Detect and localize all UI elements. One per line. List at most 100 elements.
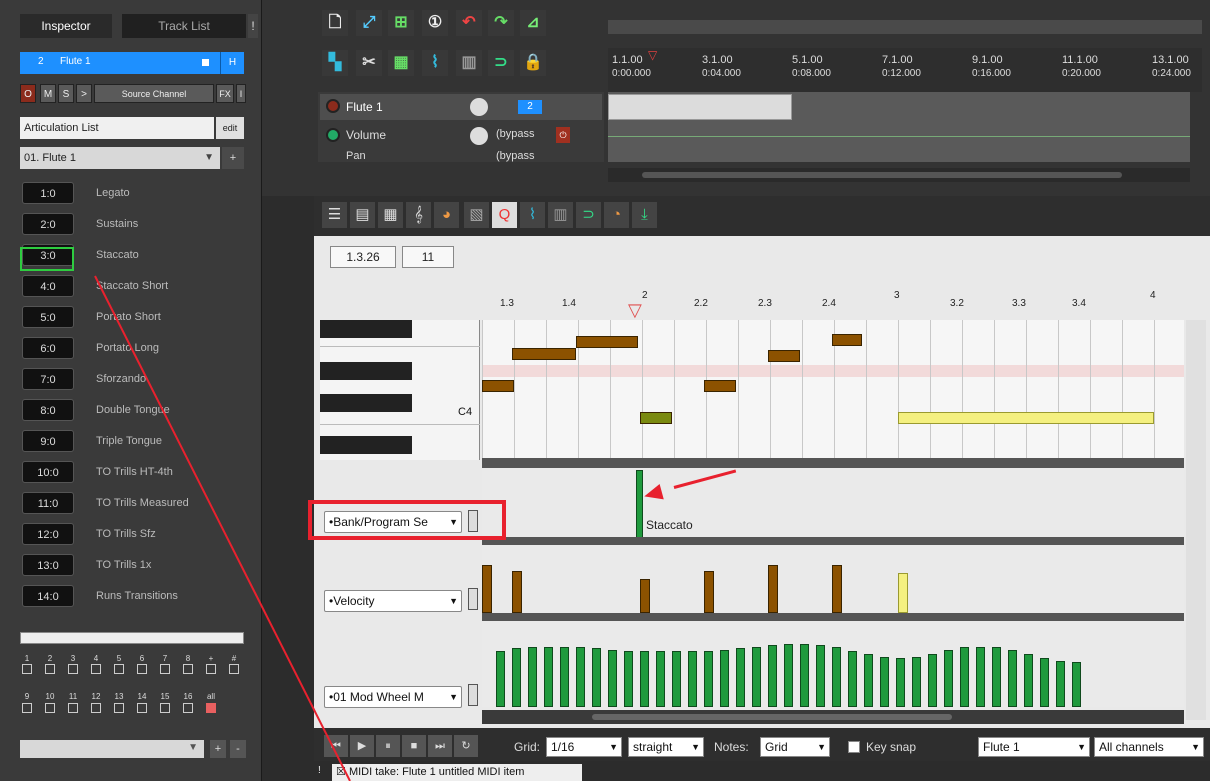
add-preset-button[interactable]: +	[222, 147, 244, 169]
arrange-ruler[interactable]: 1.1.00 0:00.000 3.1.00 0:04.000 5.1.00 0:08.0…	[608, 48, 1202, 92]
fx-i-button[interactable]: I	[236, 84, 246, 103]
mod-wheel-bar[interactable]	[528, 647, 537, 707]
articulation-id-button[interactable]: 8:0	[22, 399, 74, 421]
articulation-id-button[interactable]: 3:0	[22, 244, 74, 266]
status-item[interactable]: ☒ MIDI take: Flute 1 untitled MIDI item	[332, 764, 582, 781]
channel-checkbox[interactable]	[91, 664, 101, 674]
quantize-icon[interactable]: Q	[492, 202, 517, 228]
add-button[interactable]: +	[210, 740, 226, 758]
mod-wheel-bar[interactable]	[1024, 654, 1033, 707]
snap-icon[interactable]: ⊃	[576, 202, 601, 228]
playhead-marker-icon[interactable]: ▽	[648, 48, 657, 62]
midi-note-long[interactable]	[898, 412, 1154, 424]
black-key[interactable]	[320, 362, 412, 380]
lane-expand-icon[interactable]	[468, 684, 478, 706]
redo-icon[interactable]: ↷	[488, 10, 514, 36]
import-midi-icon[interactable]: ⤓	[632, 202, 657, 228]
note-scrollbar[interactable]	[482, 458, 1184, 468]
articulation-id-button[interactable]: 4:0	[22, 275, 74, 297]
record-arm-icon[interactable]	[326, 99, 340, 113]
articulation-id-button[interactable]: 5:0	[22, 306, 74, 328]
power-icon[interactable]: ⏻	[556, 127, 570, 143]
mod-wheel-bar[interactable]	[880, 657, 889, 707]
channel-checkbox[interactable]	[206, 664, 216, 674]
midi-note[interactable]	[482, 380, 514, 392]
mod-wheel-bar[interactable]	[800, 644, 809, 707]
black-key[interactable]	[320, 320, 412, 338]
midi-note[interactable]	[512, 348, 576, 360]
midi-note[interactable]	[576, 336, 638, 348]
mod-wheel-bar[interactable]	[592, 648, 601, 707]
midi-note[interactable]	[704, 380, 736, 392]
track-row-volume[interactable]: Volume (bypass ⏻	[320, 124, 602, 148]
articulation-id-button[interactable]: 11:0	[22, 492, 74, 514]
mod-wheel-bar[interactable]	[672, 651, 681, 707]
black-key[interactable]	[320, 436, 412, 454]
pause-icon[interactable]: ⏸	[376, 735, 400, 757]
repeat-icon[interactable]: ↻	[454, 735, 478, 757]
bank-program-lane[interactable]: Staccato	[482, 468, 1184, 538]
mod-wheel-lane[interactable]	[482, 621, 1184, 707]
channel-checkbox[interactable]	[91, 703, 101, 713]
piano-roll-icon[interactable]: ☰	[322, 202, 347, 228]
source-channel-button[interactable]: Source Channel	[94, 84, 214, 103]
playhead-marker-icon[interactable]: ▽	[628, 300, 642, 321]
articulation-id-button[interactable]: 6:0	[22, 337, 74, 359]
mod-wheel-bar[interactable]	[736, 648, 745, 707]
skip-end-icon[interactable]: ⏭	[428, 735, 452, 757]
cc-lane-icon[interactable]: ⌇	[520, 202, 545, 228]
mod-wheel-bar[interactable]	[720, 650, 729, 707]
record-arm-icon[interactable]	[202, 59, 209, 66]
mod-wheel-bar[interactable]	[976, 647, 985, 707]
notation-icon[interactable]: 𝄞	[406, 202, 431, 228]
fx-button[interactable]: FX	[216, 84, 234, 103]
articulation-id-button[interactable]: 14:0	[22, 585, 74, 607]
named-notes-icon[interactable]: ▤	[350, 202, 375, 228]
mod-wheel-bar[interactable]	[608, 650, 617, 707]
color-icon[interactable]: ◕	[434, 202, 459, 228]
grid-icon[interactable]: ▦	[388, 50, 414, 76]
ripple-icon[interactable]: ▚	[322, 50, 348, 76]
channel-checkbox[interactable]	[114, 664, 124, 674]
channel-checkbox[interactable]	[206, 703, 216, 713]
midi-note-selected[interactable]	[640, 412, 672, 424]
mod-wheel-bar[interactable]	[704, 651, 713, 707]
articulation-id-button[interactable]: 9:0	[22, 430, 74, 452]
hide-button[interactable]: H	[220, 52, 244, 74]
channel-checkbox[interactable]	[137, 664, 147, 674]
mod-wheel-bar[interactable]	[960, 647, 969, 707]
mod-wheel-bar[interactable]	[992, 647, 1001, 707]
channel-dropdown[interactable]: All channels ▼	[1094, 737, 1204, 757]
mute-button[interactable]: M	[40, 84, 56, 103]
solo-button[interactable]: S	[58, 84, 74, 103]
bottom-dropdown[interactable]: ▼	[20, 740, 204, 758]
articulation-id-button[interactable]: 1:0	[22, 182, 74, 204]
articulation-id-button[interactable]: 13:0	[22, 554, 74, 576]
mod-wheel-bar[interactable]	[1008, 650, 1017, 707]
midi-note[interactable]	[768, 350, 800, 362]
new-item-icon[interactable]: 🗋	[322, 10, 348, 36]
channel-checkbox[interactable]	[114, 703, 124, 713]
velocity-bar[interactable]	[640, 579, 650, 613]
checkbox-icon[interactable]: ☒	[336, 766, 346, 778]
track-row-flute[interactable]: Flute 1 2	[320, 94, 602, 120]
mod-wheel-bar[interactable]	[816, 645, 825, 707]
mod-wheel-bar[interactable]	[768, 645, 777, 707]
velocity-bar-selected[interactable]	[898, 573, 908, 613]
mod-wheel-bar[interactable]	[512, 648, 521, 707]
velocity-bar[interactable]	[704, 571, 714, 613]
mod-wheel-bar[interactable]	[560, 647, 569, 707]
event-list-icon[interactable]: ▦	[378, 202, 403, 228]
glue-icon[interactable]: ⤢	[356, 10, 382, 36]
stop-icon[interactable]: ■	[402, 735, 426, 757]
tab-track-list[interactable]: Track List	[122, 14, 246, 38]
scrollbar-thumb[interactable]	[642, 172, 1122, 178]
mod-wheel-bar[interactable]	[1072, 662, 1081, 707]
velocity-bar[interactable]	[768, 565, 778, 613]
key-snap-checkbox[interactable]	[848, 741, 860, 753]
channel-checkbox[interactable]	[160, 703, 170, 713]
mod-wheel-dropdown[interactable]: •01 Mod Wheel M ▼	[324, 686, 462, 708]
mod-wheel-bar[interactable]	[832, 647, 841, 707]
arrange-vscroll[interactable]	[1192, 92, 1206, 162]
articulation-id-button[interactable]: 12:0	[22, 523, 74, 545]
